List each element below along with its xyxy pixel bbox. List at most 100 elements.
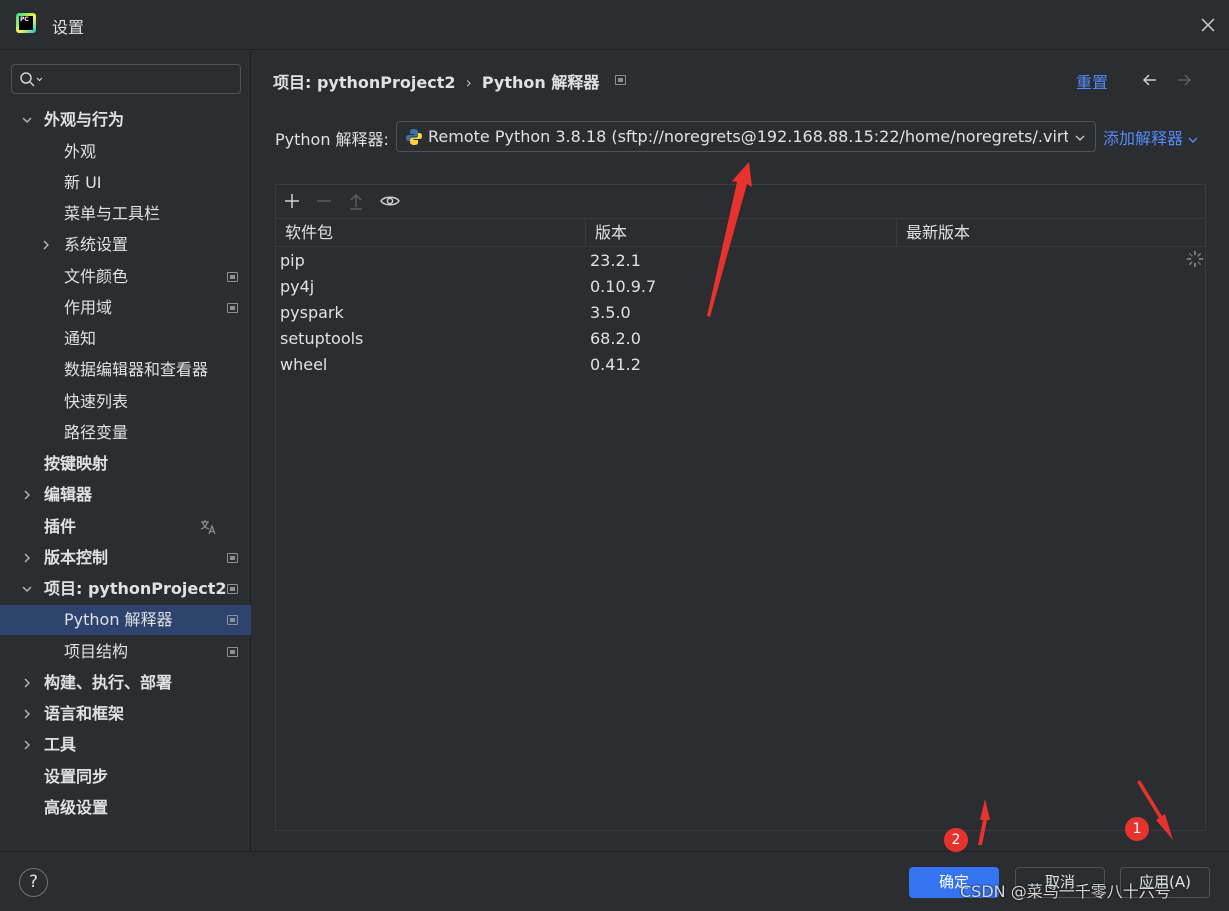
chevron-down-icon [1188,137,1198,143]
chevron-right-icon [24,740,30,750]
interpreter-select[interactable]: Remote Python 3.8.18 (sftp://noregrets@1… [396,121,1096,152]
sidebar-item-appearance-behavior[interactable]: 外观与行为 [0,105,251,135]
breadcrumb: 项目: pythonProject2 › Python 解释器 [273,69,599,93]
settings-content: 项目: pythonProject2 › Python 解释器 重置 Python … [251,51,1229,851]
sidebar-item-tools[interactable]: 工具 [0,730,251,760]
sidebar-item-system-settings[interactable]: 系统设置 [0,230,251,260]
search-icon [20,72,43,87]
sidebar-item-label: 快速列表 [64,392,129,411]
title-bar: PC 设置 [0,0,1229,50]
breadcrumb-project[interactable]: 项目: pythonProject2 [273,73,456,92]
chevron-right-icon [24,678,30,688]
chevron-right-icon [24,553,30,563]
sidebar-item-label: 插件 [44,517,77,536]
sidebar-item-project[interactable]: 项目: pythonProject2 [0,574,251,604]
sidebar-item-path-variables[interactable]: 路径变量 [0,418,251,448]
sidebar-item-file-colors[interactable]: 文件颜色 [0,262,251,292]
sidebar-item-label: 按键映射 [44,454,109,473]
chevron-right-icon [24,490,30,500]
package-name: pip [280,251,305,270]
package-toolbar [276,185,1205,217]
table-row[interactable]: py4j 0.10.9.7 [276,274,1205,300]
sidebar-item-build-execution-deployment[interactable]: 构建、执行、部署 [0,668,251,698]
annotation-marker-2: 2 [944,828,968,852]
translate-icon [200,520,216,535]
eye-icon[interactable] [379,190,401,212]
sidebar-item-label: 数据编辑器和查看器 [64,360,209,379]
table-row[interactable]: wheel 0.41.2 [276,352,1205,378]
sidebar-item-label: 菜单与工具栏 [64,204,161,223]
sidebar-item-label: 设置同步 [44,767,109,786]
sidebar-item-label: 文件颜色 [64,267,129,286]
package-version: 0.10.9.7 [590,277,657,296]
sidebar-item-scopes[interactable]: 作用域 [0,293,251,323]
project-level-icon [227,647,238,657]
search-box[interactable] [11,64,241,94]
chevron-down-icon [22,586,32,592]
sidebar-item-label: 高级设置 [44,798,109,817]
project-level-icon [227,584,238,594]
close-icon[interactable] [1196,13,1220,37]
chevron-down-icon [22,117,32,123]
help-button[interactable]: ? [19,868,48,897]
sidebar-item-label: 通知 [64,329,97,348]
chevron-down-icon [1075,135,1085,141]
sidebar-item-menus-toolbars[interactable]: 菜单与工具栏 [0,199,251,229]
interpreter-label: Python 解释器: [275,130,389,149]
sidebar-item-label: 作用域 [64,298,113,317]
project-level-icon [227,303,238,313]
sidebar-item-label: 新 UI [64,173,102,192]
package-version: 68.2.0 [590,329,641,348]
table-row[interactable]: pyspark 3.5.0 [276,300,1205,326]
sidebar-item-label: 系统设置 [64,235,129,254]
table-row[interactable]: pip 23.2.1 [276,248,1205,274]
settings-sidebar: 外观与行为 外观 新 UI 菜单与工具栏 系统设置 文件颜色 作用域 通知 数据… [0,51,251,851]
chevron-right-icon [43,240,49,250]
column-header-package[interactable]: 软件包 [276,219,586,247]
back-arrow-icon[interactable] [1140,70,1160,90]
sidebar-item-version-control[interactable]: 版本控制 [0,543,251,573]
sidebar-item-label: 版本控制 [44,548,109,567]
breadcrumb-page: Python 解释器 [481,73,600,92]
sidebar-item-label: 项目结构 [64,642,129,661]
python-icon [406,129,422,145]
sidebar-item-settings-sync[interactable]: 设置同步 [0,762,251,792]
sidebar-item-label: 编辑器 [44,485,93,504]
forward-arrow-icon[interactable] [1174,70,1194,90]
reset-link[interactable]: 重置 [1076,69,1108,93]
column-header-version[interactable]: 版本 [586,219,897,247]
package-name: pyspark [280,303,344,322]
plus-icon[interactable] [281,190,303,212]
sidebar-item-plugins[interactable]: 插件 [0,512,251,542]
sidebar-item-editor[interactable]: 编辑器 [0,480,251,510]
sidebar-item-project-structure[interactable]: 项目结构 [0,637,251,667]
sidebar-item-quick-lists[interactable]: 快速列表 [0,387,251,417]
table-row[interactable]: setuptools 68.2.0 [276,326,1205,352]
sidebar-item-python-interpreter[interactable]: Python 解释器 [0,605,251,635]
sidebar-item-languages-frameworks[interactable]: 语言和框架 [0,699,251,729]
sidebar-item-data-editors[interactable]: 数据编辑器和查看器 [0,355,251,385]
column-header-latest-version[interactable]: 最新版本 [897,219,1205,247]
interpreter-value: Remote Python 3.8.18 (sftp://noregrets@1… [428,127,1068,146]
sidebar-item-advanced-settings[interactable]: 高级设置 [0,793,251,823]
project-level-icon [615,75,626,85]
package-name: setuptools [280,329,364,348]
package-name: wheel [280,355,328,374]
upgrade-arrow-icon[interactable] [345,190,367,212]
sidebar-item-label: 路径变量 [64,423,129,442]
chevron-right-icon [24,709,30,719]
sidebar-item-new-ui[interactable]: 新 UI [0,168,251,198]
sidebar-item-label: 项目: pythonProject2 [44,579,227,598]
sidebar-item-appearance[interactable]: 外观 [0,137,251,167]
pycharm-logo-icon: PC [16,13,36,33]
package-version: 0.41.2 [590,355,641,374]
minus-icon[interactable] [313,190,335,212]
sidebar-item-label: 语言和框架 [44,704,125,723]
add-interpreter-link[interactable]: 添加解释器 [1103,125,1199,149]
breadcrumb-separator: › [465,73,472,92]
sidebar-item-keymap[interactable]: 按键映射 [0,449,251,479]
search-input[interactable] [52,69,232,89]
package-table-header: 软件包 版本 最新版本 [276,218,1205,247]
sidebar-item-notifications[interactable]: 通知 [0,324,251,354]
annotation-marker-1: 1 [1125,817,1149,841]
